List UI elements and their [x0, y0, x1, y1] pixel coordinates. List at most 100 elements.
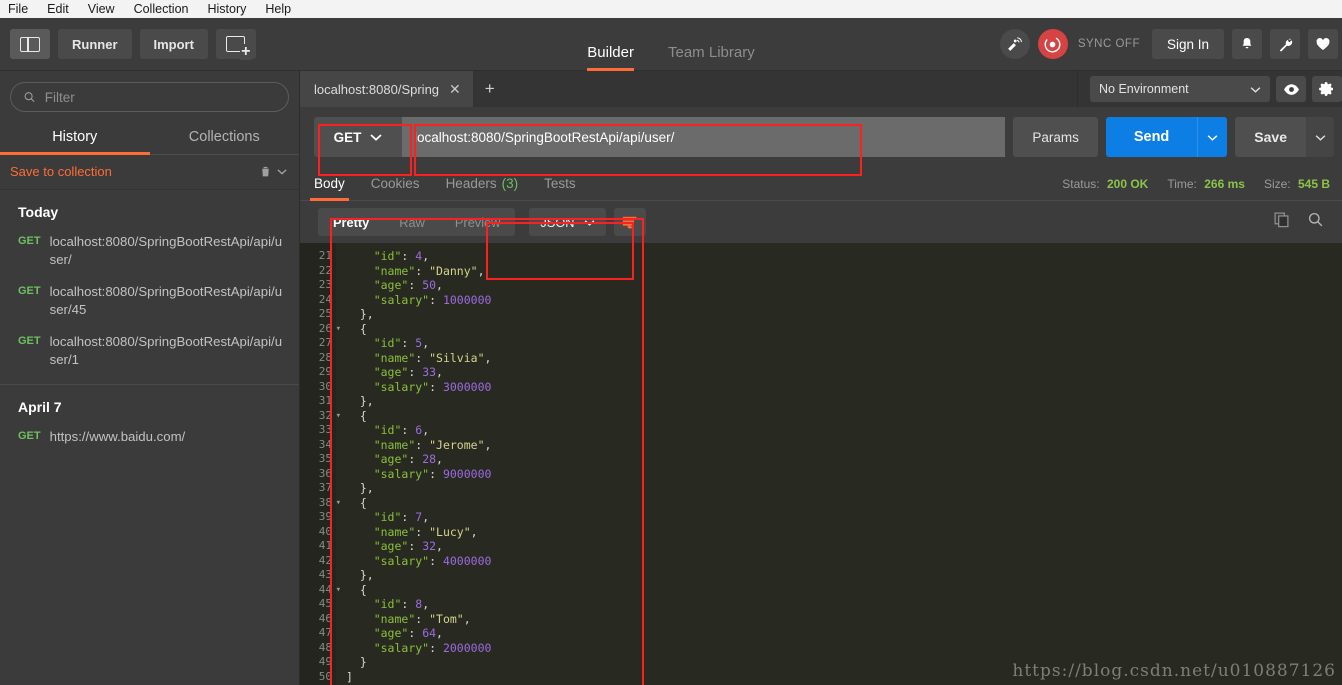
save-to-collection-row: Save to collection: [0, 155, 299, 190]
settings-wrench-button[interactable]: [1270, 29, 1300, 59]
sidebar-tab-history[interactable]: History: [0, 121, 150, 155]
fold-chevron-icon[interactable]: ▾: [336, 496, 341, 511]
response-tab-body[interactable]: Body: [310, 167, 349, 201]
sidebar-toggle-button[interactable]: [10, 29, 50, 59]
fold-chevron-icon[interactable]: ▾: [336, 583, 341, 598]
history-item-method: GET: [18, 335, 41, 347]
environment-select[interactable]: No Environment: [1090, 76, 1270, 102]
copy-button[interactable]: [1273, 211, 1290, 233]
line-number: 44 ▾: [318, 582, 341, 596]
close-icon[interactable]: ✕: [449, 82, 461, 96]
send-button[interactable]: Send: [1105, 117, 1198, 157]
tab-team-library[interactable]: Team Library: [668, 44, 755, 71]
code-line: "salary": 1000000: [373, 292, 492, 307]
heart-icon: [1316, 37, 1330, 50]
sidebar-toggle-icon: [20, 36, 40, 52]
response-tab-headers[interactable]: Headers (3): [446, 167, 519, 201]
response-meta: Status: 200 OK Time: 266 ms Size: 545 B: [1062, 177, 1342, 191]
history-item[interactable]: GET https://www.baidu.com/: [0, 425, 299, 457]
response-body-code[interactable]: 21 22 23 24 25 26 ▾ 27 28 29 30 31 32 ▾ 33 34 35 36 37 38 ▾ 3…: [300, 243, 1342, 685]
time-group: Time: 266 ms: [1167, 177, 1245, 191]
view-mode-group: Pretty Raw Preview: [318, 208, 516, 236]
sidebar-tab-collections[interactable]: Collections: [150, 121, 300, 154]
view-mode-pretty[interactable]: Pretty: [318, 208, 385, 236]
response-tab-tests[interactable]: Tests: [544, 167, 576, 201]
line-number: 29: [318, 365, 332, 378]
notifications-button[interactable]: [1232, 29, 1262, 59]
params-button[interactable]: Params: [1013, 117, 1098, 157]
view-mode-raw[interactable]: Raw: [384, 208, 440, 236]
history-item[interactable]: GET localhost:8080/SpringBootRestApi/api…: [0, 230, 299, 280]
history-item[interactable]: GET localhost:8080/SpringBootRestApi/api…: [0, 330, 299, 380]
status-label: Status:: [1062, 176, 1100, 191]
menu-item-file[interactable]: File: [8, 0, 28, 18]
save-request-button[interactable]: Save: [1235, 117, 1306, 157]
left-sidebar: History Collections Save to collection: [0, 71, 300, 685]
send-group: Send: [1105, 117, 1228, 157]
code-line: {: [346, 321, 367, 336]
code-line: "salary": 3000000: [373, 379, 492, 394]
clear-history-button[interactable]: [259, 164, 287, 179]
line-number: 25: [318, 307, 332, 320]
word-wrap-icon: [622, 216, 636, 229]
search-response-button[interactable]: [1307, 211, 1324, 233]
line-number: 39: [318, 510, 332, 523]
http-method-select[interactable]: GET: [314, 117, 402, 157]
environment-quick-look-button[interactable]: [1276, 76, 1306, 102]
code-line: {: [346, 408, 367, 423]
menu-item-collection[interactable]: Collection: [134, 0, 189, 18]
top-toolbar: Runner Import Builder Team Library: [0, 18, 1342, 71]
sign-in-button[interactable]: Sign In: [1151, 29, 1224, 59]
code-line: "id": 7,: [373, 510, 430, 524]
code-line: "age": 50,: [373, 278, 443, 292]
menu-item-view[interactable]: View: [88, 0, 115, 18]
fold-chevron-icon[interactable]: ▾: [336, 322, 341, 337]
history-group-title-april-7: April 7: [18, 399, 62, 415]
environment-settings-button[interactable]: [1312, 76, 1342, 102]
watermark: https://blog.csdn.net/u010887126: [1012, 661, 1336, 681]
save-to-collection-link[interactable]: Save to collection: [10, 164, 112, 179]
code-line: "id": 4,: [373, 249, 430, 263]
sidebar-tabs: History Collections: [0, 121, 299, 155]
new-window-button[interactable]: [215, 29, 256, 60]
favorites-button[interactable]: [1308, 29, 1338, 59]
tab-builder[interactable]: Builder: [587, 44, 634, 71]
response-tab-cookies[interactable]: Cookies: [371, 167, 420, 201]
history-item[interactable]: GET localhost:8080/SpringBootRestApi/api…: [0, 280, 299, 330]
response-format-select[interactable]: JSON: [529, 208, 606, 236]
toolbar-left-group: Runner Import: [0, 29, 256, 60]
code-line: "name": "Lucy",: [373, 524, 478, 539]
gear-icon: [1319, 82, 1333, 96]
view-mode-preview[interactable]: Preview: [440, 208, 516, 236]
save-options-button[interactable]: [1306, 117, 1334, 157]
satellite-button[interactable]: [999, 29, 1030, 59]
word-wrap-button[interactable]: [613, 208, 646, 236]
line-number: 34: [318, 437, 332, 451]
history-item-url: https://www.baidu.com/: [49, 429, 186, 444]
runner-button[interactable]: Runner: [58, 29, 132, 59]
wrench-icon: [1279, 38, 1292, 52]
line-number: 26 ▾: [318, 321, 341, 335]
menu-item-history[interactable]: History: [207, 0, 246, 18]
request-tab[interactable]: localhost:8080/Spring ✕: [300, 71, 473, 107]
filter-box[interactable]: [10, 82, 289, 112]
history-list: Today GET localhost:8080/SpringBootRestA…: [0, 190, 299, 685]
sync-button[interactable]: [1037, 29, 1068, 59]
request-url-input[interactable]: [402, 117, 1006, 157]
send-options-button[interactable]: [1197, 117, 1228, 157]
chevron-down-icon: [370, 134, 382, 141]
code-line: },: [346, 568, 374, 582]
line-number: 21: [318, 249, 332, 262]
history-item-method: GET: [18, 430, 41, 442]
response-tabs: Body Cookies Headers (3) Tests Status: 2…: [300, 167, 1342, 201]
http-method-label: GET: [333, 129, 362, 145]
size-value: 545 B: [1297, 176, 1330, 191]
new-request-tab-button[interactable]: +: [473, 71, 507, 107]
import-button[interactable]: Import: [139, 29, 208, 59]
code-line: "id": 8,: [373, 597, 430, 611]
menu-item-edit[interactable]: Edit: [47, 0, 69, 18]
menu-item-help[interactable]: Help: [265, 0, 291, 18]
fold-chevron-icon[interactable]: ▾: [336, 409, 341, 424]
satellite-icon: [1008, 36, 1023, 51]
filter-input[interactable]: [44, 89, 276, 105]
